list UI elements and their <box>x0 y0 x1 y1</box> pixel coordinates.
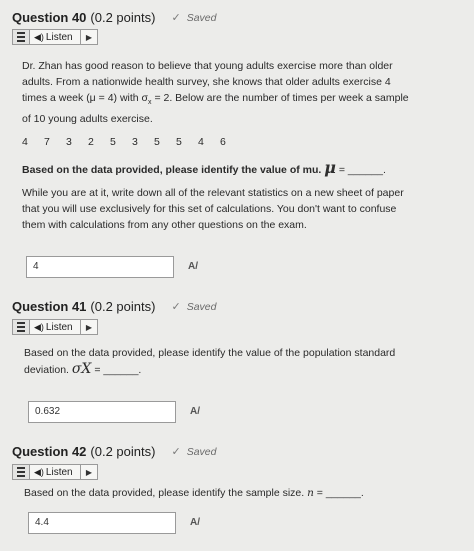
question-41-header: Question 41 (0.2 points) ✓ Saved <box>12 299 216 314</box>
speaker-icon: ◀) <box>34 321 44 332</box>
saved-label: Saved <box>186 445 217 458</box>
paragraph-line: times a week (μ = 4) with σx = 2. Below … <box>22 92 409 107</box>
data-value: 4 <box>198 136 204 148</box>
answer-input-42[interactable]: 4.4 <box>28 512 176 534</box>
paragraph-line: Dr. Zhan has good reason to believe that… <box>22 60 393 72</box>
listen-button[interactable]: ◀) Listen <box>30 465 81 479</box>
menu-icon[interactable] <box>13 465 30 479</box>
note-line: them with calculations from any other qu… <box>22 219 307 231</box>
listen-button[interactable]: ◀) Listen <box>30 320 81 334</box>
saved-status: ✓ Saved <box>171 300 217 314</box>
question-42-header: Question 42 (0.2 points) ✓ Saved <box>12 444 216 459</box>
play-icon[interactable]: ▶ <box>81 33 97 42</box>
question-41-prompt: Based on the data provided, please ident… <box>24 347 396 377</box>
answer-input-40[interactable]: 4 <box>26 256 174 278</box>
note-line: While you are at it, write down all of t… <box>22 187 404 199</box>
question-points: (0.2 points) <box>90 10 156 25</box>
n-symbol: n <box>307 487 314 499</box>
listen-button[interactable]: ◀) Listen <box>30 30 81 44</box>
spellcheck-icon[interactable]: A/ <box>188 261 198 272</box>
saved-status: ✓ Saved <box>171 11 217 25</box>
paragraph-line: of 10 young adults exercise. <box>22 113 153 126</box>
paragraph-line: adults. From a nationwide health survey,… <box>22 76 391 88</box>
data-value: 2 <box>88 136 94 148</box>
data-value: 7 <box>44 136 50 148</box>
question-40-prompt: Based on the data provided, please ident… <box>22 158 386 177</box>
data-value: 5 <box>176 136 182 148</box>
spellcheck-icon[interactable]: A/ <box>190 406 200 417</box>
question-40-body: Dr. Zhan has good reason to believe that… <box>22 58 462 127</box>
question-title: Question 41 <box>12 299 87 314</box>
listen-toolbar[interactable]: ◀) Listen ▶ <box>12 464 98 480</box>
saved-label: Saved <box>186 11 217 24</box>
menu-icon[interactable] <box>13 320 30 334</box>
question-42-prompt: Based on the data provided, please ident… <box>24 487 364 499</box>
question-points: (0.2 points) <box>90 444 156 459</box>
check-icon: ✓ <box>171 12 181 24</box>
question-40-header: Question 40 (0.2 points) ✓ Saved <box>12 10 216 25</box>
listen-label: Listen <box>45 321 73 333</box>
data-value: 5 <box>154 136 160 148</box>
listen-toolbar[interactable]: ◀) Listen ▶ <box>12 29 98 45</box>
speaker-icon: ◀) <box>34 31 44 42</box>
spellcheck-icon[interactable]: A/ <box>190 517 200 528</box>
question-title: Question 40 <box>12 10 87 25</box>
check-icon: ✓ <box>171 446 181 458</box>
question-40-note: While you are at it, write down all of t… <box>22 185 462 233</box>
mu-symbol: μ <box>324 158 336 177</box>
sigma-x-symbol: σX <box>71 361 92 377</box>
speaker-icon: ◀) <box>34 466 44 477</box>
play-icon[interactable]: ▶ <box>81 468 97 477</box>
question-points: (0.2 points) <box>90 299 156 314</box>
listen-label: Listen <box>45 31 73 43</box>
saved-label: Saved <box>186 300 217 313</box>
saved-status: ✓ Saved <box>171 445 217 459</box>
play-icon[interactable]: ▶ <box>81 323 97 332</box>
listen-label: Listen <box>45 466 73 478</box>
question-title: Question 42 <box>12 444 87 459</box>
answer-input-41[interactable]: 0.632 <box>28 401 176 423</box>
data-value: 3 <box>132 136 138 148</box>
data-value: 3 <box>66 136 72 148</box>
data-values: 4 7 3 2 5 3 5 5 4 6 <box>22 134 242 150</box>
data-value: 5 <box>110 136 116 148</box>
menu-icon[interactable] <box>13 30 30 44</box>
data-value: 4 <box>22 136 28 148</box>
check-icon: ✓ <box>171 301 181 313</box>
data-value: 6 <box>220 136 226 148</box>
note-line: that you will use exclusively for this s… <box>22 203 397 215</box>
listen-toolbar[interactable]: ◀) Listen ▶ <box>12 319 98 335</box>
